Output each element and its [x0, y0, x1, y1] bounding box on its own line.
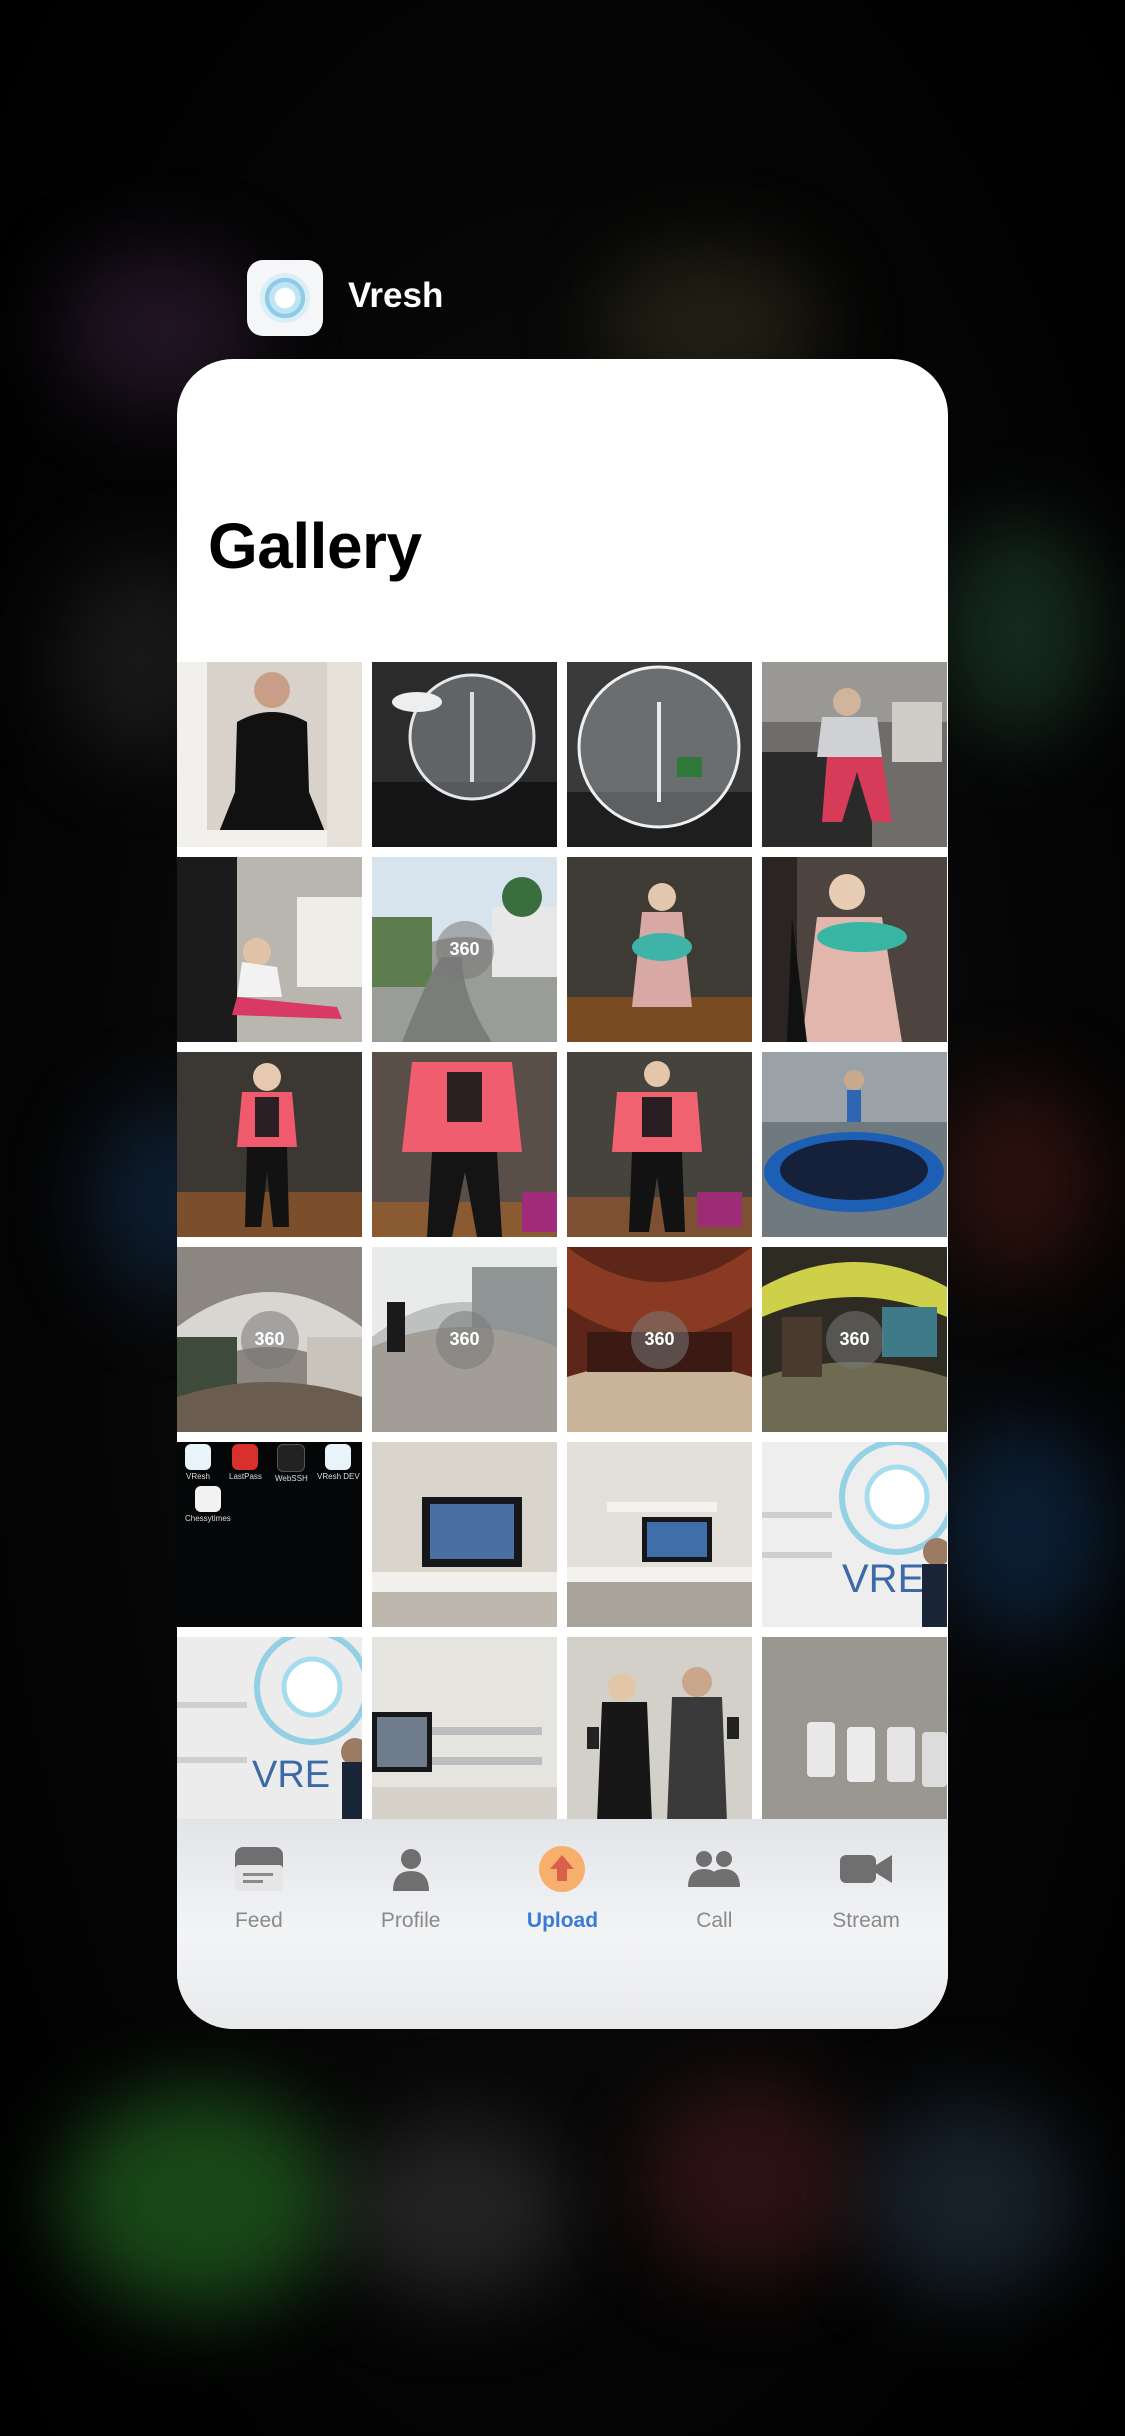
background-app-card: [940, 1080, 1100, 1280]
stream-icon: [838, 1841, 894, 1897]
gallery-thumbnail[interactable]: 360: [762, 1247, 947, 1432]
call-icon: [686, 1841, 742, 1897]
homescreen-app-label: VResh: [185, 1472, 210, 1481]
app-switcher-screen: Vresh Gallery 360 360 360 360 360 VResh …: [0, 0, 1125, 2436]
vresh-app-icon[interactable]: [247, 260, 323, 336]
gallery-thumbnail[interactable]: [372, 1637, 557, 1822]
gallery-thumbnail[interactable]: 360: [372, 1247, 557, 1432]
gallery-thumbnail[interactable]: [762, 662, 947, 847]
gallery-thumbnail[interactable]: [567, 1052, 752, 1237]
gallery-thumbnail[interactable]: VResh LastPass WebSSH VResh DEV Chessyti…: [177, 1442, 362, 1627]
gallery-thumbnail[interactable]: [177, 662, 362, 847]
profile-icon: [383, 1841, 439, 1897]
tab-label: Call: [696, 1909, 733, 1932]
360-badge: 360: [630, 1310, 689, 1369]
tab-profile[interactable]: Profile: [335, 1819, 487, 2029]
feed-icon: [231, 1841, 287, 1897]
gallery-thumbnail[interactable]: 360: [372, 857, 557, 1042]
background-app-card: [940, 520, 1100, 740]
vresh-logo-wordmark: VRE: [252, 1754, 330, 1796]
360-badge: 360: [240, 1310, 299, 1369]
vresh-logo-icon: [260, 273, 310, 323]
gallery-thumbnail[interactable]: [372, 662, 557, 847]
homescreen-app: LastPass: [229, 1444, 262, 1481]
gallery-thumbnail[interactable]: 360: [177, 1247, 362, 1432]
gallery-thumbnail[interactable]: VRE: [762, 1442, 947, 1627]
tab-upload[interactable]: Upload: [487, 1819, 639, 2029]
homescreen-app: VResh DEV: [317, 1444, 360, 1481]
gallery-thumbnail[interactable]: VRE: [177, 1637, 362, 1822]
homescreen-app-label: VResh DEV: [317, 1472, 360, 1481]
app-card[interactable]: Gallery 360 360 360 360 360 VResh LastPa…: [177, 359, 948, 2029]
gallery-thumbnail[interactable]: [762, 857, 947, 1042]
background-app-card: [860, 2100, 1080, 2300]
gallery-thumbnail[interactable]: [762, 1637, 947, 1822]
gallery-thumbnail[interactable]: [177, 857, 362, 1042]
homescreen-app: VResh: [185, 1444, 211, 1481]
tab-label: Stream: [832, 1909, 900, 1932]
vresh-logo-wordmark: VRE: [842, 1557, 924, 1601]
360-badge: 360: [435, 1310, 494, 1369]
background-app-card: [640, 2080, 860, 2280]
upload-icon: [534, 1841, 590, 1897]
gallery-thumbnail[interactable]: [762, 1052, 947, 1237]
homescreen-app-label: LastPass: [229, 1472, 262, 1481]
gallery-thumbnail[interactable]: [372, 1442, 557, 1627]
tab-feed[interactable]: Feed: [183, 1819, 335, 2029]
homescreen-app-label: WebSSH: [275, 1474, 308, 1483]
gallery-thumbnail[interactable]: [567, 662, 752, 847]
homescreen-app-label: Chessytimes: [185, 1514, 231, 1523]
360-badge: 360: [435, 920, 494, 979]
page-title: Gallery: [208, 510, 422, 582]
tab-label: Feed: [234, 1909, 283, 1932]
tab-bar: Feed Profile Upload Call Stream: [177, 1819, 948, 2029]
tab-label: Profile: [380, 1909, 441, 1932]
gallery-thumbnail[interactable]: [177, 1052, 362, 1237]
background-app-card: [940, 1420, 1110, 1640]
background-app-card: [340, 2120, 570, 2300]
tab-stream[interactable]: Stream: [790, 1819, 942, 2029]
background-app-card: [60, 2090, 340, 2310]
tab-call[interactable]: Call: [638, 1819, 790, 2029]
gallery-grid: 360 360 360 360 360 VResh LastPass WebSS…: [177, 662, 948, 1822]
gallery-thumbnail[interactable]: [567, 857, 752, 1042]
app-name: Vresh: [348, 276, 444, 315]
homescreen-app: WebSSH: [275, 1444, 308, 1483]
gallery-thumbnail[interactable]: [567, 1442, 752, 1627]
gallery-thumbnail[interactable]: 360: [567, 1247, 752, 1432]
homescreen-app: Chessytimes: [185, 1486, 231, 1523]
tab-label: Upload: [526, 1909, 599, 1932]
gallery-thumbnail[interactable]: [372, 1052, 557, 1237]
gallery-thumbnail[interactable]: [567, 1637, 752, 1822]
360-badge: 360: [825, 1310, 884, 1369]
